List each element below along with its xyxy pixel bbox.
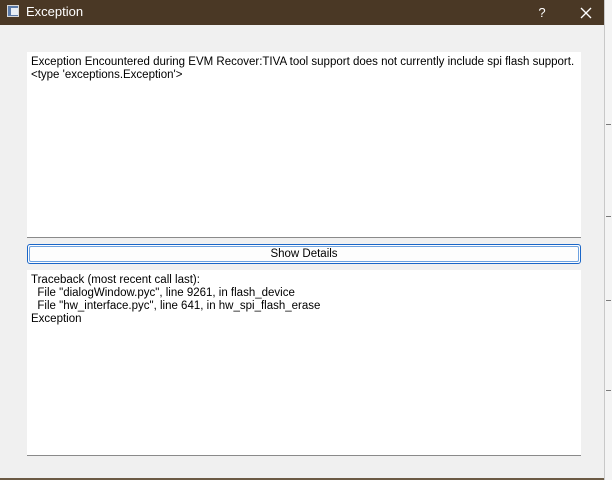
background-window-mark — [606, 216, 611, 217]
show-details-button[interactable]: Show Details — [27, 244, 581, 264]
title-bar[interactable]: Exception ? — [0, 0, 604, 25]
close-button[interactable] — [566, 0, 604, 25]
background-window-mark — [606, 124, 611, 125]
traceback-details-text[interactable]: Traceback (most recent call last): File … — [27, 270, 581, 456]
window-title: Exception — [26, 4, 84, 19]
background-window-edge — [604, 0, 612, 480]
exception-summary-text[interactable]: Exception Encountered during EVM Recover… — [27, 52, 581, 238]
exception-dialog: Exception ? Exception Encountered during… — [0, 0, 604, 480]
background-window-mark — [606, 390, 611, 391]
close-icon — [580, 7, 592, 18]
app-window-icon — [7, 5, 19, 17]
help-button[interactable]: ? — [522, 0, 562, 25]
background-window-mark — [606, 300, 611, 301]
